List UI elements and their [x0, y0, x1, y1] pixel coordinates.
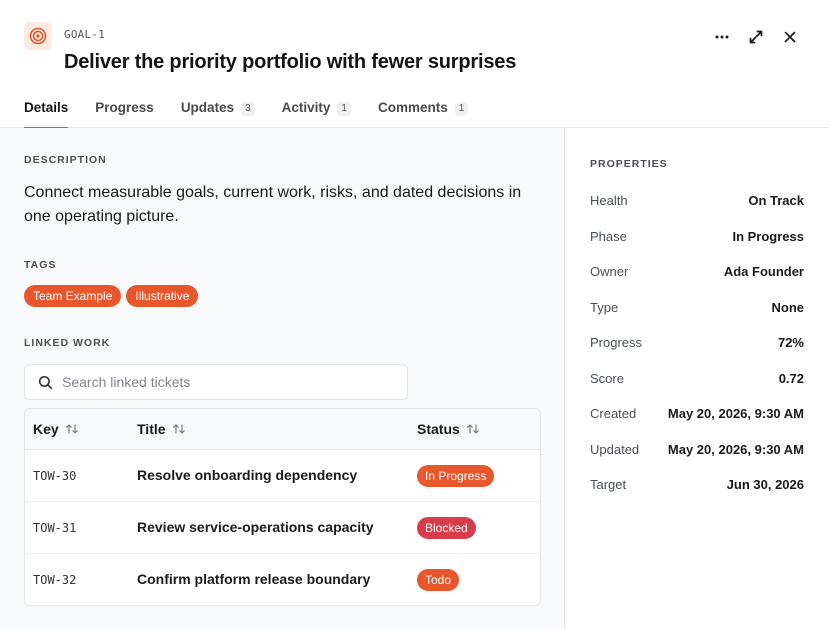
tab-count-badge: 1 [337, 102, 351, 116]
ticket-key: TOW-30 [33, 468, 77, 483]
goal-key: GOAL-1 [64, 28, 105, 41]
close-button[interactable] [779, 26, 801, 48]
tab-bar: Details Progress Updates 3 Activity 1 Co… [24, 92, 495, 129]
details-panel: DESCRIPTION Connect measurable goals, cu… [0, 128, 565, 629]
property-value-updated: May 20, 2026, 9:30 AM [667, 442, 804, 457]
property-label-score: Score [590, 371, 624, 386]
more-icon [715, 35, 729, 39]
column-label: Title [137, 421, 166, 437]
tab-label: Details [24, 100, 69, 115]
property-value-created: May 20, 2026, 9:30 AM [667, 406, 804, 421]
target-icon [24, 22, 52, 50]
ticket-title: Review service-operations capacity [137, 518, 374, 535]
tab-progress[interactable]: Progress [95, 92, 154, 128]
tab-activity[interactable]: Activity 1 [282, 92, 351, 128]
status-badge: Todo [417, 569, 460, 591]
tab-comments[interactable]: Comments 1 [377, 92, 469, 128]
ticket-title: Confirm platform release boundary [137, 571, 371, 587]
search-input[interactable] [62, 374, 382, 390]
column-header-title[interactable]: Title [137, 421, 417, 437]
linked-work-heading: LINKED WORK [24, 337, 111, 349]
status-badge: In Progress [417, 464, 495, 487]
property-value-health[interactable]: On Track [748, 193, 804, 208]
description-heading: DESCRIPTION [24, 154, 107, 166]
property-value-phase[interactable]: In Progress [732, 229, 804, 244]
sort-icon [466, 424, 479, 434]
ticket-title: Resolve onboarding dependency [137, 466, 358, 483]
tab-label: Comments [377, 100, 448, 115]
property-value-target[interactable]: Jun 30, 2026 [727, 477, 804, 492]
tab-label: Activity [281, 100, 331, 115]
search-icon [38, 375, 53, 389]
property-label-progress: Progress [590, 335, 643, 350]
linked-work-table: Key Title Status TOW-30 Resolve onboardi… [24, 408, 541, 606]
column-header-status[interactable]: Status [417, 421, 540, 437]
status-badge: Blocked [417, 516, 476, 539]
expand-button[interactable] [745, 26, 767, 48]
property-label-created: Created [590, 406, 637, 421]
page-title: Deliver the priority portfolio with fewe… [64, 51, 517, 73]
property-value-owner[interactable]: Ada Founder [724, 264, 804, 279]
tags-heading: TAGS [24, 259, 57, 271]
tag-chip[interactable]: Team Example [24, 285, 122, 307]
more-options-button[interactable] [711, 26, 733, 48]
property-value-type[interactable]: None [772, 300, 805, 315]
tab-count-badge: 3 [241, 102, 255, 116]
tag-list: Team Example Illustrative [24, 285, 199, 307]
tab-label: Updates [180, 100, 235, 115]
tab-label: Progress [95, 100, 154, 115]
sort-icon [172, 424, 185, 434]
description-text: Connect measurable goals, current work, … [24, 184, 522, 225]
column-label: Status [417, 421, 460, 437]
tab-updates[interactable]: Updates 3 [181, 92, 255, 128]
property-label-phase: Phase [590, 229, 627, 244]
sort-icon [65, 424, 78, 434]
properties-heading: PROPERTIES [590, 158, 668, 170]
ticket-key: TOW-32 [33, 573, 77, 587]
table-row[interactable]: TOW-32 Confirm platform release boundary… [25, 554, 540, 605]
properties-panel: PROPERTIES Health On Track Phase In Prog… [566, 128, 829, 629]
close-icon [784, 31, 796, 43]
table-row[interactable]: TOW-31 Review service-operations capacit… [25, 502, 540, 554]
goal-header: GOAL-1 Deliver the priority portfolio wi… [0, 0, 829, 129]
table-header: Key Title Status [25, 409, 540, 450]
tab-details[interactable]: Details [24, 92, 69, 129]
property-label-type: Type [590, 300, 619, 315]
property-label-updated: Updated [590, 442, 640, 457]
column-label: Key [33, 421, 59, 437]
property-value-progress: 72% [777, 335, 804, 350]
expand-icon [749, 30, 763, 44]
tag-chip[interactable]: Illustrative [126, 285, 199, 307]
property-label-health: Health [590, 193, 628, 208]
property-label-owner: Owner [590, 264, 629, 279]
column-header-key[interactable]: Key [25, 421, 137, 437]
table-row[interactable]: TOW-30 Resolve onboarding dependency In … [25, 450, 540, 502]
property-label-target: Target [590, 477, 627, 492]
tab-count-badge: 1 [454, 102, 469, 116]
property-value-score: 0.72 [778, 371, 804, 386]
ticket-key: TOW-31 [33, 520, 77, 535]
linked-search-box [24, 364, 408, 400]
